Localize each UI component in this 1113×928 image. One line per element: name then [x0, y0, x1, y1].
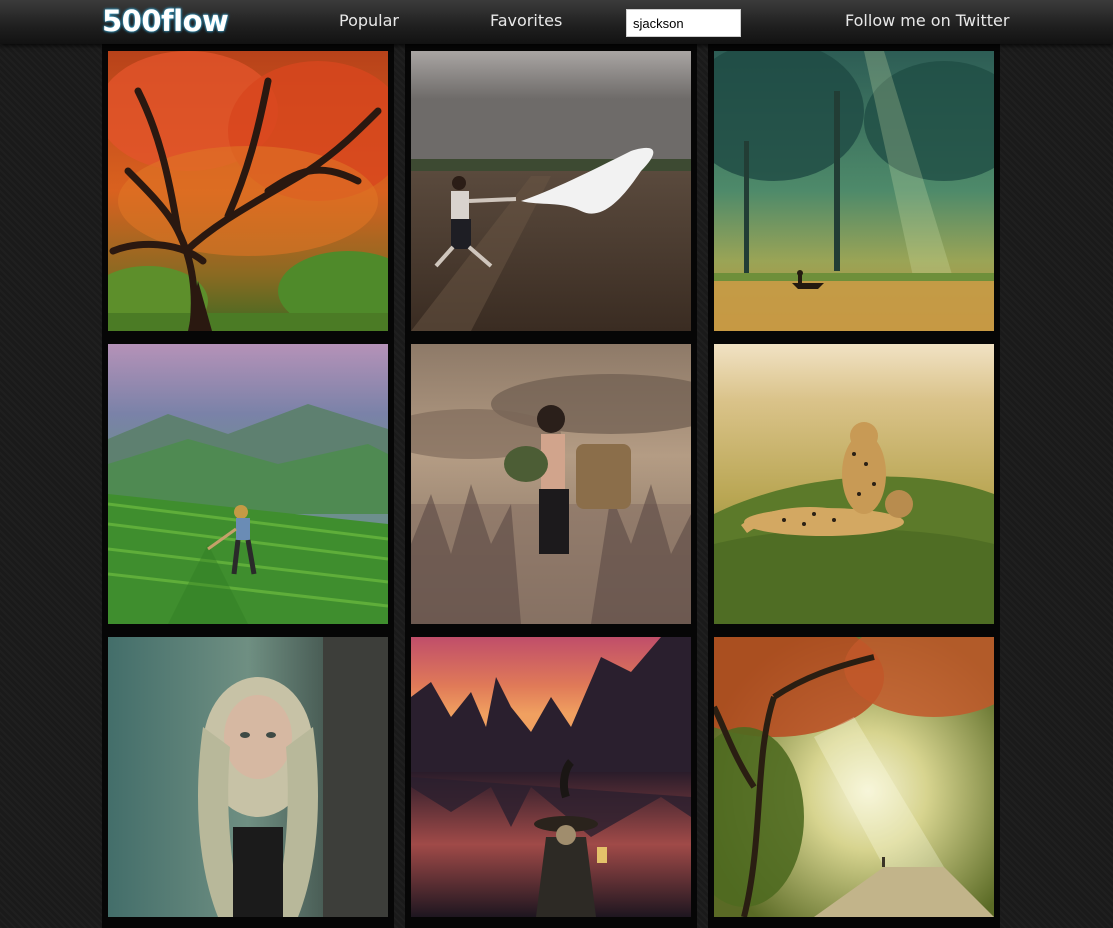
nav-favorites-link[interactable]: Favorites [490, 11, 562, 31]
photo-tile[interactable] [708, 44, 1000, 337]
photo-tile[interactable] [405, 44, 697, 337]
app-logo[interactable]: 500flow [102, 3, 229, 39]
photo-image[interactable] [411, 51, 691, 331]
photo-tile[interactable] [405, 337, 697, 630]
photo-tile[interactable] [708, 630, 1000, 928]
photo-tile[interactable] [102, 630, 394, 928]
photo-tile[interactable] [405, 630, 697, 928]
top-navigation-bar: 500flow Popular Favorites Follow me on T… [0, 0, 1113, 44]
nav-popular-link[interactable]: Popular [339, 11, 399, 31]
photo-tile[interactable] [102, 337, 394, 630]
photo-image[interactable] [108, 637, 388, 917]
photo-image[interactable] [108, 344, 388, 624]
photo-tile[interactable] [102, 44, 394, 337]
photo-image[interactable] [411, 344, 691, 624]
username-input[interactable] [626, 9, 741, 37]
photo-grid [102, 44, 1000, 928]
photo-image[interactable] [714, 344, 994, 624]
photo-image[interactable] [108, 51, 388, 331]
photo-tile[interactable] [708, 337, 1000, 630]
photo-image[interactable] [714, 51, 994, 331]
photo-image[interactable] [714, 637, 994, 917]
follow-twitter-link[interactable]: Follow me on Twitter [845, 11, 1009, 31]
photo-image[interactable] [411, 637, 691, 917]
